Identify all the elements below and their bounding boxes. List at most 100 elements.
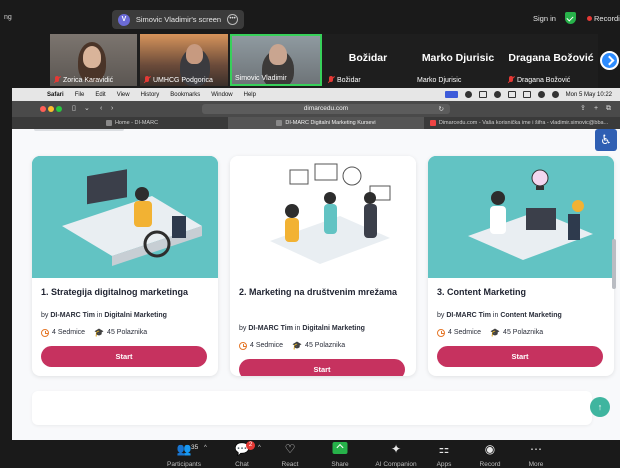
screen-share-indicator[interactable]: V Simovic Vladimir's screen ••• [112,10,244,29]
favicon-icon [276,120,283,126]
record-icon: ◉ [484,442,496,456]
tab-overview-icon[interactable]: ⧉ [606,105,611,113]
tab-gmail[interactable]: Dimarcedu.com - Vaša korisnička ime i ši… [424,117,614,129]
graduation-cap-icon: 🎓 [490,328,501,337]
record-button[interactable]: ◉ Record [464,442,516,468]
more-icon: ⋯ [530,442,542,456]
menu-help[interactable]: Help [244,92,256,98]
status-icon[interactable] [464,91,472,98]
course-title[interactable]: 3. Content Marketing [437,286,607,298]
participant-tile-simovic-active[interactable]: Simovic Vladimir [230,34,322,86]
next-section-card [32,391,592,425]
battery-icon[interactable] [522,91,531,98]
participants-label: Participants [167,461,201,468]
participant-tile-dragana[interactable]: Dragana Božović Dragana Božović [504,34,598,86]
more-options-icon[interactable]: ••• [227,14,238,25]
close-window-icon[interactable] [40,106,46,112]
clock-icon [437,328,445,337]
menu-bar-status-area: Mon 5 May 10:22 [444,88,612,101]
web-page: ♿ 1. Strategija digitalnog marketinga by… [12,129,620,440]
sparkle-icon: ✦ [390,442,402,456]
ai-companion-label: AI Companion [375,461,417,468]
spotlight-search-icon[interactable] [551,91,559,98]
menu-view[interactable]: View [117,92,130,98]
start-course-button[interactable]: Start [437,346,603,367]
share-icon[interactable]: ⇪ [580,105,586,113]
participant-name: Dragana Božović [507,76,570,84]
course-title[interactable]: 2. Marketing na društvenim mrežama [239,286,409,298]
keyboard-input-icon[interactable] [507,91,516,98]
more-label: More [528,461,544,468]
menu-edit[interactable]: Edit [95,92,105,98]
accessibility-wheelchair-icon[interactable]: ♿ [595,129,617,151]
participant-name: UMHCG Podgorica [143,76,213,84]
course-card[interactable]: 3. Content Marketing by DI-MARC Tim in C… [428,156,614,376]
start-course-button[interactable]: Start [239,359,405,376]
participant-name: Simovic Vladimir [235,75,287,82]
recording-label[interactable]: Recording [594,14,620,23]
scroll-to-top-arrow-icon[interactable]: ↑ [590,397,610,417]
chat-label: Chat [235,461,249,468]
new-tab-icon[interactable]: + [594,105,598,113]
status-icon[interactable] [493,91,501,98]
participant-video-face [186,44,203,64]
participant-name: Zorica Karavidić [53,76,113,84]
share-screen-icon [332,442,348,454]
browser-tab-bar: Home - DI-MARC DI-MARC Digitalni Marketi… [12,117,620,129]
zoom-window-icon[interactable] [56,106,62,112]
status-icon[interactable] [478,91,487,98]
participant-tile-bozidar[interactable]: Božidar Božidar [324,34,412,86]
menu-bookmarks[interactable]: Bookmarks [170,92,200,98]
chevron-down-icon[interactable]: ⌄ [84,105,90,113]
course-card[interactable]: 1. Strategija digitalnog marketinga by D… [32,156,218,376]
participant-strip: Zorica Karavidić UMHCG Podgorica Simovic… [0,34,620,88]
ai-companion-button[interactable]: ✦ AI Companion [370,442,422,468]
participant-tile-umhcg[interactable]: UMHCG Podgorica [140,34,228,86]
participant-tile-marko[interactable]: Marko Djurisic Marko Djurisic [414,34,502,86]
screen-share-status-icon[interactable] [444,91,458,98]
course-illustration-social-media [230,156,416,278]
back-icon[interactable]: ‹ [100,105,102,113]
chevron-up-icon[interactable]: ^ [204,445,207,451]
participant-tile-zorica[interactable]: Zorica Karavidić [50,34,137,86]
share-label: Share [331,461,349,468]
tab-dimarc-kursevi[interactable]: DI-MARC Digitalni Marketing Kursevi [228,117,424,129]
apps-button[interactable]: ⚏ Apps [418,442,470,468]
course-author-line: by DI-MARC Tim in Digitalni Marketing [41,312,167,319]
menu-clock[interactable]: Mon 5 May 10:22 [566,92,612,98]
graduation-cap-icon: 🎓 [94,328,105,337]
course-meta: 4 Sedmice 🎓 45 Polaznika [437,328,543,337]
reload-icon[interactable]: ↻ [439,105,444,113]
address-url: dimarcedu.com [303,105,349,112]
participant-display-name: Božidar [348,52,388,64]
menu-window[interactable]: Window [211,92,232,98]
recording-dot-icon [587,16,592,21]
clock-icon [239,341,247,350]
tab-home-dimarc[interactable]: Home - DI-MARC [36,117,228,129]
course-illustration-content [428,156,614,278]
start-course-button[interactable]: Start [41,346,207,367]
menu-app-name[interactable]: Safari [47,92,64,98]
menu-file[interactable]: File [75,92,85,98]
security-shield-icon[interactable] [565,12,576,24]
wifi-icon[interactable] [537,91,545,98]
chat-button[interactable]: 💬 2 ^ Chat [216,441,268,468]
menu-history[interactable]: History [141,92,160,98]
more-button[interactable]: ⋯ More [510,442,562,468]
sidebar-toggle-icon[interactable]: ▯ [72,105,76,113]
forward-icon[interactable]: › [111,105,113,113]
course-title[interactable]: 1. Strategija digitalnog marketinga [41,286,211,298]
react-button[interactable]: ♡ React [264,442,316,468]
minimize-window-icon[interactable] [48,106,54,112]
chevron-up-icon[interactable]: ^ [258,445,261,451]
participants-button[interactable]: 👥 35 ^ Participants [158,442,210,468]
share-screen-button[interactable]: Share [314,442,366,468]
page-scrollbar[interactable] [612,239,616,289]
sign-in-link[interactable]: Sign in [533,14,556,23]
course-card[interactable]: 2. Marketing na društvenim mrežama by DI… [230,156,416,376]
heart-icon: ♡ [284,442,296,456]
next-participants-arrow-icon[interactable] [600,51,619,70]
participant-name: Marko Djurisic [417,77,462,84]
address-bar[interactable]: dimarcedu.com ↻ [202,104,450,114]
apps-icon: ⚏ [438,442,450,456]
